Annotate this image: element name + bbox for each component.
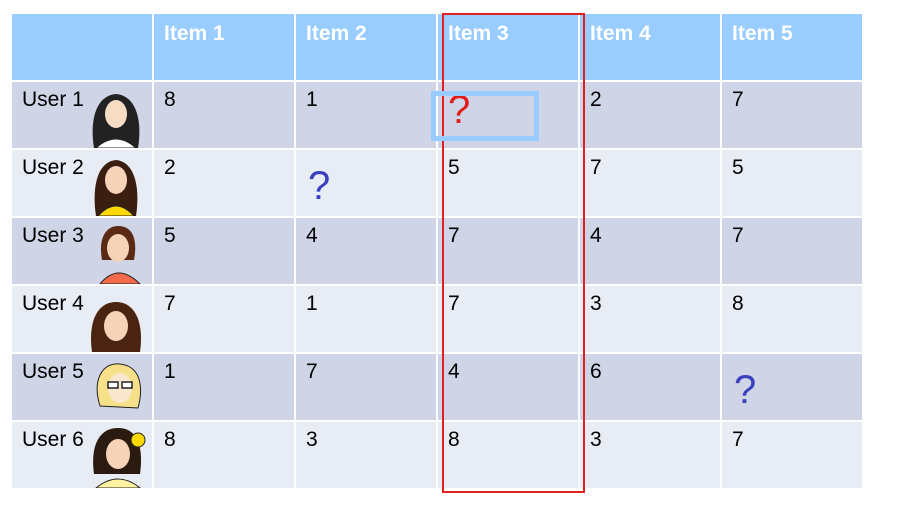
question-mark-icon: ?	[308, 164, 331, 208]
woman-portrait-icon	[96, 363, 142, 409]
woman-portrait-icon	[99, 226, 141, 284]
woman-portrait-icon	[94, 160, 138, 216]
rating-cell: 1	[296, 286, 436, 352]
rating-cell: 5	[722, 150, 862, 216]
rating-cell: 7	[438, 218, 578, 284]
ratings-matrix: Item 1 Item 2 Item 3 Item 4 Item 5 User …	[10, 12, 864, 490]
rating-cell: 3	[580, 286, 720, 352]
rating-cell: 2	[154, 150, 294, 216]
user-cell: User 3	[12, 218, 152, 284]
corner-header	[12, 14, 152, 80]
rating-cell-unknown: ?	[722, 354, 862, 420]
rating-cell: 8	[438, 422, 578, 488]
rating-cell: 5	[154, 218, 294, 284]
rating-cell: 8	[154, 422, 294, 488]
user-cell: User 4	[12, 286, 152, 352]
user-row: User 5 1 7 4 6 ?	[12, 354, 862, 420]
rating-cell: 2	[580, 82, 720, 148]
user-row: User 1 8 1 ? 2 7	[12, 82, 862, 148]
rating-cell: 7	[438, 286, 578, 352]
question-mark-icon: ?	[448, 88, 471, 132]
rating-cell: 7	[296, 354, 436, 420]
rating-cell: 1	[154, 354, 294, 420]
rating-cell: 8	[722, 286, 862, 352]
rating-cell: 1	[296, 82, 436, 148]
user-label: User 6	[22, 428, 84, 451]
user-row: User 3 5 4 7 4 7	[12, 218, 862, 284]
question-mark-icon: ?	[734, 368, 757, 412]
rating-cell-unknown: ?	[438, 82, 578, 148]
rating-cell: 7	[580, 150, 720, 216]
item-header: Item 2	[296, 14, 436, 80]
woman-portrait-icon	[92, 94, 140, 148]
woman-portrait-icon	[91, 302, 141, 352]
rating-cell: 7	[722, 422, 862, 488]
user-row: User 4 7 1 7 3 8	[12, 286, 862, 352]
user-row: User 2 2 ? 5 7 5	[12, 150, 862, 216]
rating-cell: 5	[438, 150, 578, 216]
user-cell: User 6	[12, 422, 152, 488]
rating-cell: 4	[580, 218, 720, 284]
rating-cell: 7	[154, 286, 294, 352]
rating-cell: 7	[722, 82, 862, 148]
user-label: User 5	[22, 360, 84, 383]
user-row: User 6 8 3 8 3 7	[12, 422, 862, 488]
user-cell: User 5	[12, 354, 152, 420]
rating-cell: 3	[580, 422, 720, 488]
user-label: User 4	[22, 292, 84, 315]
rating-cell: 4	[296, 218, 436, 284]
item-header: Item 3	[438, 14, 578, 80]
user-label: User 1	[22, 88, 84, 111]
item-header: Item 5	[722, 14, 862, 80]
item-header: Item 4	[580, 14, 720, 80]
user-label: User 2	[22, 156, 84, 179]
woman-portrait-icon	[93, 428, 146, 488]
rating-cell: 8	[154, 82, 294, 148]
rating-cell: 3	[296, 422, 436, 488]
rating-cell: 4	[438, 354, 578, 420]
item-header: Item 1	[154, 14, 294, 80]
rating-cell-unknown: ?	[296, 150, 436, 216]
rating-cell: 6	[580, 354, 720, 420]
rating-cell: 7	[722, 218, 862, 284]
user-cell: User 2	[12, 150, 152, 216]
user-label: User 3	[22, 224, 84, 247]
header-row: Item 1 Item 2 Item 3 Item 4 Item 5	[12, 14, 862, 80]
user-cell: User 1	[12, 82, 152, 148]
